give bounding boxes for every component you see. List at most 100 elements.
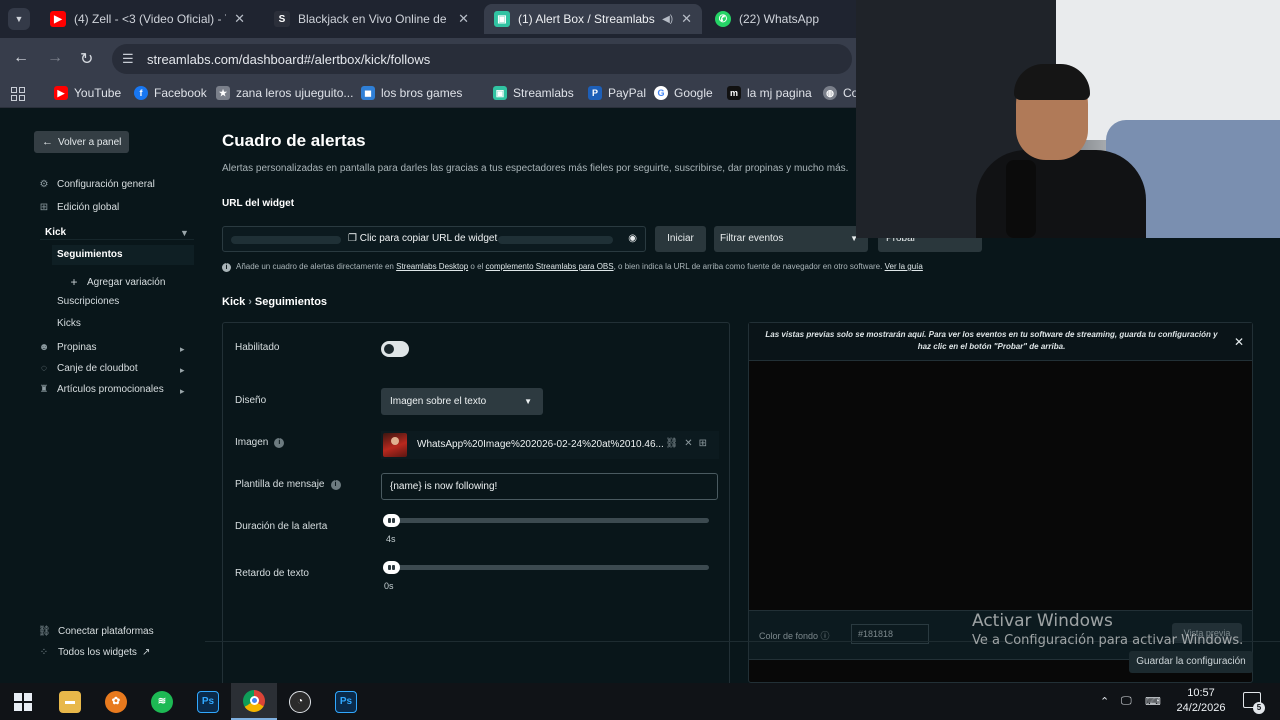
gallery-icon[interactable]: ⊞	[699, 438, 713, 449]
back-button-label: Volver a panel	[58, 136, 122, 148]
speaker-icon[interactable]: ◀)	[662, 14, 673, 25]
copy-url-label[interactable]: ❐ Clic para copiar URL de widget	[348, 233, 497, 244]
link-icon[interactable]: ⛓	[666, 438, 685, 449]
all-widgets-link[interactable]: ⁘ Todos los widgets ↗	[38, 647, 151, 658]
bookmark-google[interactable]: G Google	[654, 86, 713, 100]
network-icon[interactable]: 🖵	[1121, 683, 1132, 720]
person-body	[976, 150, 1146, 238]
blurred-url	[231, 236, 341, 244]
sidebar-item-merch[interactable]: ♜ Artículos promocionales	[38, 384, 164, 395]
connect-platforms-link[interactable]: ⛓ Conectar plataformas	[38, 626, 154, 637]
widget-url-field[interactable]: ❐ Clic para copiar URL de widget ◉	[222, 226, 646, 252]
caret-down-icon[interactable]: ▼	[180, 228, 189, 238]
filter-label: Filtrar eventos	[720, 233, 784, 244]
chevron-up-icon[interactable]: ⌃	[1100, 683, 1109, 720]
breadcrumb-platform[interactable]: Kick	[222, 296, 245, 308]
back-to-dashboard-button[interactable]: ← Volver a panel	[34, 131, 130, 153]
toggle-knob	[384, 344, 394, 354]
keyboard-icon[interactable]: ⌨	[1145, 683, 1161, 720]
taskbar-fl-studio[interactable]: ✿	[93, 683, 139, 720]
tab-youtube[interactable]: ▶ (4) Zell - <3 (Video Oficial) - Yo ✕	[40, 4, 255, 34]
info-text: i Añade un cuadro de alertas directamente…	[222, 262, 923, 272]
webcam-overlay	[856, 0, 1280, 238]
cloudbot-icon: ◌	[41, 363, 47, 374]
slider-handle[interactable]	[383, 561, 400, 574]
bookmark-paypal[interactable]: P PayPal	[588, 86, 646, 100]
close-icon[interactable]: ✕	[684, 438, 698, 449]
text-delay-value: 0s	[384, 581, 394, 591]
image-label: Imagen i	[235, 437, 285, 448]
add-variation-button[interactable]: + Agregar variación	[68, 275, 165, 289]
tab-whatsapp[interactable]: ✆ (22) WhatsApp	[705, 4, 855, 34]
sidebar-item-subscriptions[interactable]: Suscripciones	[57, 296, 119, 307]
filter-events-dropdown[interactable]: Filtrar eventos ▼	[714, 226, 868, 252]
message-template-input[interactable]: {name} is now following!	[381, 473, 718, 500]
guide-link[interactable]: Ver la guía	[885, 262, 923, 271]
google-icon: G	[654, 86, 668, 100]
info-icon[interactable]: i	[274, 437, 285, 448]
start-button[interactable]	[0, 683, 46, 720]
obs-icon: ◔	[289, 690, 311, 713]
chevron-right-icon: ›	[248, 296, 252, 308]
text-delay-slider[interactable]	[383, 561, 709, 574]
bookmark-mj-pagina[interactable]: m la mj pagina	[727, 86, 812, 100]
taskbar-file-explorer[interactable]: ▬	[47, 683, 93, 720]
facebook-icon: f	[134, 86, 148, 100]
close-icon[interactable]: ✕	[681, 11, 692, 27]
chevron-right-icon[interactable]: ▸	[180, 365, 185, 376]
bookmark-label: YouTube	[74, 86, 122, 100]
site-settings-icon[interactable]: ☰	[122, 51, 134, 67]
tab-streamlabs[interactable]: ▣ (1) Alert Box / Streamlabs ◀) ✕	[484, 4, 702, 34]
taskbar-chrome[interactable]	[231, 683, 277, 720]
sidebar-item-global-edit[interactable]: ⊞ Edición global	[38, 202, 119, 213]
info-text-part: o el	[470, 262, 484, 271]
sidebar-item-general-settings[interactable]: ⚙ Configuración general	[38, 179, 155, 190]
tab-search-chevron-icon[interactable]: ▼	[8, 8, 30, 30]
enabled-toggle[interactable]	[381, 341, 409, 357]
image-thumbnail	[383, 433, 407, 457]
taskbar-obs[interactable]: ◔	[277, 683, 323, 720]
streamlabs-desktop-link[interactable]: Streamlabs Desktop	[396, 262, 468, 271]
bookmark-los-bros[interactable]: ◼ los bros games	[361, 86, 462, 100]
chevron-right-icon[interactable]: ▸	[180, 344, 185, 355]
sidebar-item-kicks[interactable]: Kicks	[57, 318, 81, 329]
image-picker[interactable]: WhatsApp%20Image%202026-02-24%20at%2010.…	[381, 431, 719, 459]
close-icon[interactable]: ✕	[234, 11, 245, 27]
apps-grid-icon[interactable]	[11, 87, 25, 101]
taskbar-photoshop-2[interactable]: Ps	[323, 683, 369, 720]
bookmark-streamlabs[interactable]: ▣ Streamlabs	[493, 86, 574, 100]
bookmark-youtube[interactable]: ▶ YouTube	[54, 86, 121, 100]
youtube-icon: ▶	[54, 86, 68, 100]
clock[interactable]: 10:57 24/2/2026	[1168, 686, 1234, 716]
sidebar-item-tips[interactable]: ☻ Propinas	[38, 342, 97, 353]
bookmark-label: los bros games	[381, 86, 463, 100]
start-button[interactable]: Iniciar	[655, 226, 706, 252]
bookmark-co[interactable]: ◍ Co	[823, 86, 858, 100]
taskbar-photoshop[interactable]: Ps	[185, 683, 231, 720]
design-select[interactable]: Imagen sobre el texto ▼	[381, 388, 543, 415]
close-icon[interactable]: ✕	[458, 11, 469, 27]
tab-blackjack[interactable]: S Blackjack en Vivo Online de Pra ✕	[264, 4, 479, 34]
close-icon[interactable]: ✕	[1234, 335, 1244, 349]
obs-plugin-link[interactable]: complemento Streamlabs para OBS	[486, 262, 614, 271]
sidebar-item-cloudbot[interactable]: ◌ Canje de cloudbot	[38, 363, 138, 374]
save-settings-button[interactable]: Guardar la configuración	[1129, 651, 1253, 673]
duration-slider[interactable]	[383, 514, 709, 527]
bookmark-zana[interactable]: ★ zana leros ujueguito...	[216, 86, 353, 100]
text-delay-label: Retardo de texto	[235, 568, 309, 579]
eye-icon[interactable]: ◉	[628, 233, 637, 244]
info-icon[interactable]: i	[330, 479, 341, 490]
address-bar[interactable]: ☰ streamlabs.com/dashboard#/alertbox/kic…	[112, 44, 852, 74]
bookmark-facebook[interactable]: f Facebook	[134, 86, 207, 100]
sidebar-item-kick[interactable]: Kick	[45, 227, 66, 238]
chevron-right-icon[interactable]: ▸	[180, 386, 185, 397]
reload-icon[interactable]: ↻	[80, 49, 93, 69]
star-icon: ★	[216, 86, 230, 100]
back-arrow-icon[interactable]: ←	[13, 49, 29, 67]
divider	[40, 239, 194, 240]
taskbar-spotify[interactable]: ≋	[139, 683, 185, 720]
url-text[interactable]: streamlabs.com/dashboard#/alertbox/kick/…	[147, 52, 430, 67]
slider-handle[interactable]	[383, 514, 400, 527]
forward-arrow-icon[interactable]: →	[47, 49, 63, 67]
sidebar-item-follows[interactable]: Seguimientos	[57, 249, 123, 260]
